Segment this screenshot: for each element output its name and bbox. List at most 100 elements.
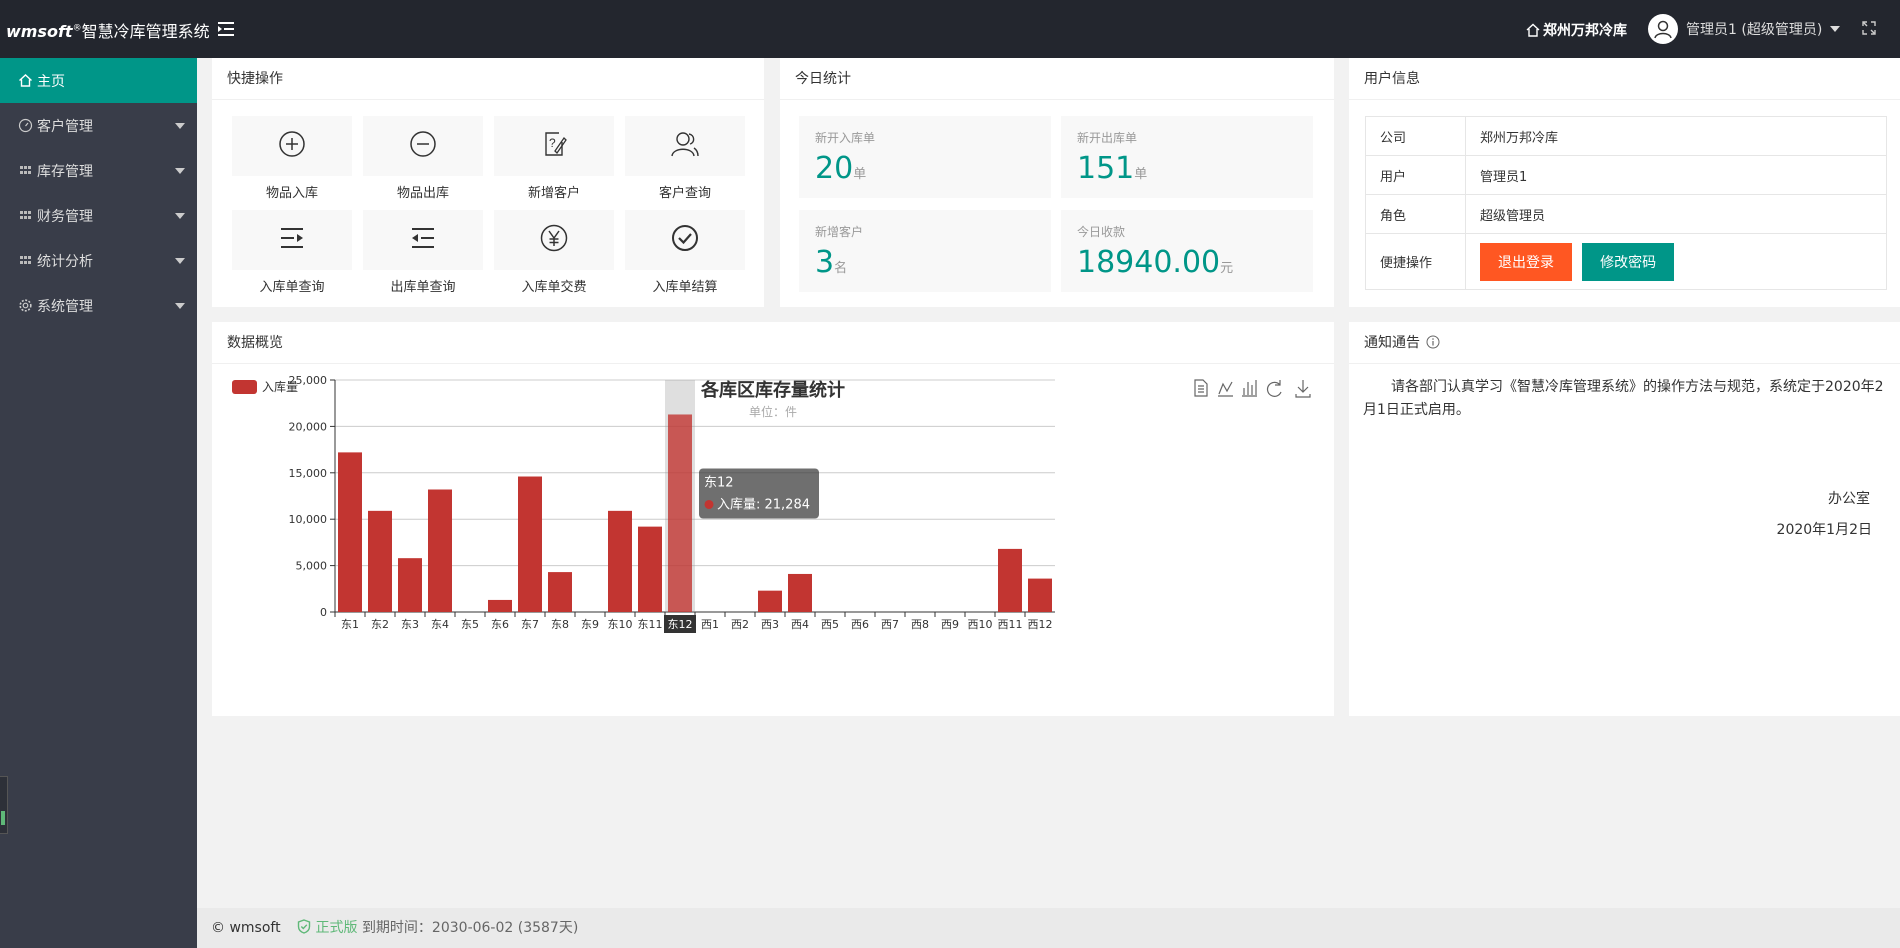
line-chart-icon[interactable] <box>1218 381 1233 397</box>
side-tab-indicator <box>1 811 5 825</box>
quick-op-inbound-settle[interactable]: 入库单结算 <box>625 210 745 295</box>
sidebar-item-home[interactable]: 主页 <box>0 58 197 103</box>
sidebar-item-customers[interactable]: 客户管理 <box>0 103 197 148</box>
indent-icon <box>277 223 307 257</box>
tooltip-value: 入库量: 21,284 <box>717 496 810 512</box>
sidebar-item-statistics[interactable]: 统计分析 <box>0 238 197 283</box>
app-logo[interactable]: wmsoft®智慧冷库管理系统 <box>6 18 210 42</box>
user-menu[interactable]: 管理员1 (超级管理员) <box>1648 14 1841 44</box>
info-actions: 退出登录 修改密码 <box>1465 233 1887 290</box>
sidebar-item-system[interactable]: 系统管理 <box>0 283 197 328</box>
quick-op-stock-out[interactable]: 物品出库 <box>363 116 483 201</box>
quick-op-customer-query[interactable]: 客户查询 <box>625 116 745 201</box>
chevron-down-icon <box>175 213 185 219</box>
y-tick-label: 10,000 <box>289 513 328 526</box>
bar-chart-icon[interactable] <box>1242 380 1257 397</box>
company-link[interactable]: 郑州万邦冷库 <box>1526 20 1627 41</box>
chevron-down-icon <box>175 123 185 129</box>
x-tick-label: 东1 <box>341 618 359 631</box>
bar <box>548 572 572 612</box>
stat-new-customers[interactable]: 新增客户 3名 <box>799 210 1051 292</box>
today-stats-card: 今日统计 新开入库单 20单 新开出库单 151单 新增客户 3名 今日收款 1… <box>780 58 1334 307</box>
x-tick-label: 西8 <box>911 618 929 631</box>
x-tick-label: 东12 <box>668 618 693 631</box>
brand-name: wmsoft <box>6 22 73 41</box>
users-icon <box>669 129 701 163</box>
grid-icon <box>18 163 33 178</box>
bar <box>368 510 392 612</box>
yen-icon <box>539 223 569 257</box>
card-title: 数据概览 <box>212 322 1334 364</box>
download-icon[interactable] <box>1295 380 1311 398</box>
stat-new-outbound[interactable]: 新开出库单 151单 <box>1061 116 1313 198</box>
menu-toggle-icon[interactable] <box>214 17 238 41</box>
quick-op-outbound-query[interactable]: 出库单查询 <box>363 210 483 295</box>
quick-op-add-customer[interactable]: ? 新增客户 <box>494 116 614 201</box>
user-info-table: 公司 郑州万邦冷库 用户 管理员1 角色 超级管理员 便捷操作 退出登录 修改密… <box>1365 116 1887 290</box>
card-title: 通知通告 <box>1349 322 1900 364</box>
user-info-card: 用户信息 公司 郑州万邦冷库 用户 管理员1 角色 超级管理员 便捷操作 退出登… <box>1349 58 1900 307</box>
chart-toolbox <box>1194 379 1311 398</box>
bar <box>998 548 1022 612</box>
quick-op-label: 新增客户 <box>527 186 580 201</box>
x-tick-label: 西1 <box>701 618 719 631</box>
quick-op-label: 物品入库 <box>265 186 318 201</box>
table-row: 便捷操作 退出登录 修改密码 <box>1365 233 1887 290</box>
sidebar-item-label: 财务管理 <box>37 208 93 225</box>
refresh-icon[interactable] <box>1266 380 1282 397</box>
gauge-icon <box>18 118 33 133</box>
info-key: 便捷操作 <box>1365 233 1466 290</box>
company-name: 郑州万邦冷库 <box>1543 23 1627 39</box>
stat-new-inbound[interactable]: 新开入库单 20单 <box>799 116 1051 198</box>
notice-signer: 办公室 <box>1828 491 1870 507</box>
tooltip-marker <box>704 499 714 509</box>
sidebar-item-label: 统计分析 <box>37 253 93 270</box>
fullscreen-icon[interactable] <box>1860 19 1878 37</box>
y-tick-label: 20,000 <box>289 420 328 433</box>
bar-chart[interactable]: 入库量 各库区库存量统计 单位：件 05,00010,00015,00020,0… <box>212 364 1334 716</box>
stat-today-receipts[interactable]: 今日收款 18940.00元 <box>1061 210 1313 292</box>
info-icon[interactable] <box>1426 324 1440 366</box>
y-tick-label: 0 <box>320 606 327 619</box>
stat-label: 新开入库单 <box>815 131 876 145</box>
info-key: 用户 <box>1365 155 1466 195</box>
x-tick-label: 东10 <box>608 618 633 631</box>
sidebar-item-label: 主页 <box>37 73 65 90</box>
stat-label: 今日收款 <box>1077 225 1126 239</box>
quick-op-label: 出库单查询 <box>390 280 456 295</box>
sidebar-item-inventory[interactable]: 库存管理 <box>0 148 197 193</box>
quick-op-inbound-payment[interactable]: 入库单交费 <box>494 210 614 295</box>
bar <box>788 573 812 612</box>
chart-title: 各库区库存量统计 <box>700 379 845 401</box>
sidebar-item-finance[interactable]: 财务管理 <box>0 193 197 238</box>
x-tick-label: 西3 <box>761 618 779 631</box>
shield-check-icon <box>297 910 311 948</box>
x-tick-label: 东3 <box>401 618 419 631</box>
bar <box>758 590 782 612</box>
bar <box>338 452 362 612</box>
bar <box>668 414 692 612</box>
x-tick-label: 西7 <box>881 618 899 631</box>
top-header: wmsoft®智慧冷库管理系统 郑州万邦冷库 管理员1 (超级管理员) <box>0 0 1900 58</box>
quick-op-stock-in[interactable]: 物品入库 <box>232 116 352 201</box>
side-collapse-tab[interactable] <box>0 776 8 834</box>
notice-body: 请各部门认真学习《智慧冷库管理系统》的操作方法与规范，系统定于2020年2月1日… <box>1349 364 1900 554</box>
stat-value: 18940.00 <box>1077 245 1221 280</box>
sidebar-item-label: 客户管理 <box>37 118 93 135</box>
change-password-button[interactable]: 修改密码 <box>1582 242 1675 281</box>
x-tick-label: 东4 <box>431 618 449 631</box>
x-tick-label: 西9 <box>941 618 959 631</box>
edit-question-icon: ? <box>539 129 569 163</box>
y-tick-label: 25,000 <box>289 374 328 387</box>
info-key: 角色 <box>1365 194 1466 234</box>
stat-unit: 元 <box>1220 261 1234 276</box>
data-view-icon[interactable] <box>1194 379 1208 397</box>
bar <box>488 599 512 612</box>
home-icon <box>1526 23 1540 41</box>
logout-button[interactable]: 退出登录 <box>1480 242 1572 281</box>
quick-op-inbound-query[interactable]: 入库单查询 <box>232 210 352 295</box>
x-tick-label: 西4 <box>791 618 809 631</box>
gear-icon <box>18 298 33 313</box>
app-title: 智慧冷库管理系统 <box>81 22 210 41</box>
x-tick-label: 东9 <box>581 618 599 631</box>
